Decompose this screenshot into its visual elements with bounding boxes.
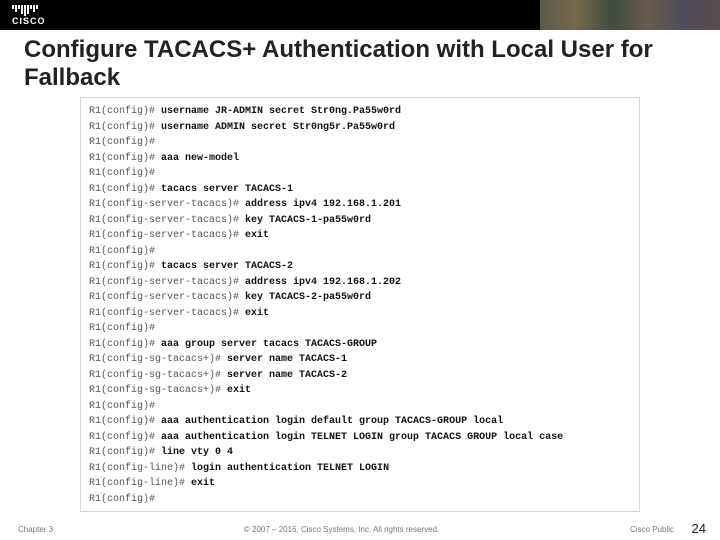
cisco-logo: CISCO [0,5,46,26]
terminal-prompt: R1(config)# [89,106,161,117]
terminal-prompt: R1(config)# [89,494,155,505]
terminal-prompt: R1(config)# [89,153,161,164]
terminal-line: R1(config)# [89,492,631,508]
terminal-prompt: R1(config)# [89,184,161,195]
terminal-line: R1(config-sg-tacacs+)# exit [89,383,631,399]
terminal-command: exit [227,385,251,396]
terminal-command: aaa authentication login TELNET LOGIN gr… [161,432,563,443]
terminal-line: R1(config)# aaa authentication login TEL… [89,430,631,446]
header-strip: CISCO [0,0,720,30]
terminal-prompt: R1(config-server-tacacs)# [89,308,245,319]
terminal-line: R1(config)# [89,166,631,182]
cisco-logo-text: CISCO [12,17,46,26]
terminal-prompt: R1(config)# [89,339,161,350]
terminal-command: line vty 0 4 [161,447,233,458]
terminal-prompt: R1(config-server-tacacs)# [89,277,245,288]
terminal-line: R1(config)# [89,321,631,337]
terminal-line: R1(config-server-tacacs)# key TACACS-2-p… [89,290,631,306]
terminal-output: R1(config)# username JR-ADMIN secret Str… [80,97,640,512]
terminal-line: R1(config-server-tacacs)# key TACACS-1-p… [89,213,631,229]
terminal-line: R1(config-server-tacacs)# address ipv4 1… [89,275,631,291]
terminal-prompt: R1(config)# [89,416,161,427]
terminal-prompt: R1(config-sg-tacacs+)# [89,385,227,396]
terminal-command: exit [245,230,269,241]
terminal-prompt: R1(config)# [89,122,161,133]
terminal-command: server name TACACS-1 [227,354,347,365]
footer: Chapter 3 © 2007 – 2016, Cisco Systems, … [0,525,720,534]
terminal-line: R1(config)# aaa new-model [89,151,631,167]
terminal-command: aaa authentication login default group T… [161,416,503,427]
terminal-prompt: R1(config)# [89,246,155,257]
terminal-line: R1(config-line)# login authentication TE… [89,461,631,477]
terminal-prompt: R1(config-line)# [89,463,191,474]
terminal-command: tacacs server TACACS-1 [161,184,293,195]
terminal-command: exit [191,478,215,489]
terminal-prompt: R1(config-server-tacacs)# [89,292,245,303]
terminal-prompt: R1(config-sg-tacacs+)# [89,354,227,365]
terminal-command: aaa new-model [161,153,239,164]
terminal-command: tacacs server TACACS-2 [161,261,293,272]
terminal-line: R1(config)# line vty 0 4 [89,445,631,461]
terminal-prompt: R1(config)# [89,432,161,443]
terminal-prompt: R1(config-sg-tacacs+)# [89,370,227,381]
terminal-line: R1(config)# [89,399,631,415]
terminal-prompt: R1(config-line)# [89,478,191,489]
terminal-prompt: R1(config)# [89,168,155,179]
page-number: 24 [692,521,706,536]
terminal-line: R1(config-sg-tacacs+)# server name TACAC… [89,368,631,384]
header-people-image [540,0,720,30]
terminal-command: username ADMIN secret Str0ng5r.Pa55w0rd [161,122,395,133]
terminal-command: server name TACACS-2 [227,370,347,381]
terminal-command: login authentication TELNET LOGIN [191,463,389,474]
terminal-prompt: R1(config)# [89,447,161,458]
terminal-line: R1(config)# username ADMIN secret Str0ng… [89,120,631,136]
terminal-command: username JR-ADMIN secret Str0ng.Pa55w0rd [161,106,401,117]
terminal-prompt: R1(config)# [89,323,155,334]
terminal-line: R1(config)# tacacs server TACACS-2 [89,259,631,275]
terminal-prompt: R1(config)# [89,137,155,148]
terminal-prompt: R1(config)# [89,261,161,272]
terminal-prompt: R1(config-server-tacacs)# [89,199,245,210]
terminal-line: R1(config-server-tacacs)# exit [89,228,631,244]
terminal-line: R1(config)# aaa group server tacacs TACA… [89,337,631,353]
terminal-command: key TACACS-1-pa55w0rd [245,215,371,226]
terminal-line: R1(config)# aaa authentication login def… [89,414,631,430]
terminal-line: R1(config)# username JR-ADMIN secret Str… [89,104,631,120]
terminal-command: exit [245,308,269,319]
terminal-command: aaa group server tacacs TACACS-GROUP [161,339,377,350]
cisco-logo-bars [12,5,46,16]
terminal-line: R1(config)# [89,244,631,260]
terminal-line: R1(config-sg-tacacs+)# server name TACAC… [89,352,631,368]
footer-copyright: © 2007 – 2016, Cisco Systems, Inc. All r… [53,525,630,534]
terminal-prompt: R1(config-server-tacacs)# [89,215,245,226]
terminal-line: R1(config-line)# exit [89,476,631,492]
terminal-command: address ipv4 192.168.1.202 [245,277,401,288]
terminal-line: R1(config)# [89,135,631,151]
terminal-line: R1(config-server-tacacs)# exit [89,306,631,322]
slide-title: Configure TACACS+ Authentication with Lo… [0,30,720,95]
terminal-command: key TACACS-2-pa55w0rd [245,292,371,303]
terminal-prompt: R1(config-server-tacacs)# [89,230,245,241]
terminal-line: R1(config-server-tacacs)# address ipv4 1… [89,197,631,213]
terminal-command: address ipv4 192.168.1.201 [245,199,401,210]
terminal-line: R1(config)# tacacs server TACACS-1 [89,182,631,198]
footer-chapter: Chapter 3 [18,525,53,534]
terminal-prompt: R1(config)# [89,401,155,412]
